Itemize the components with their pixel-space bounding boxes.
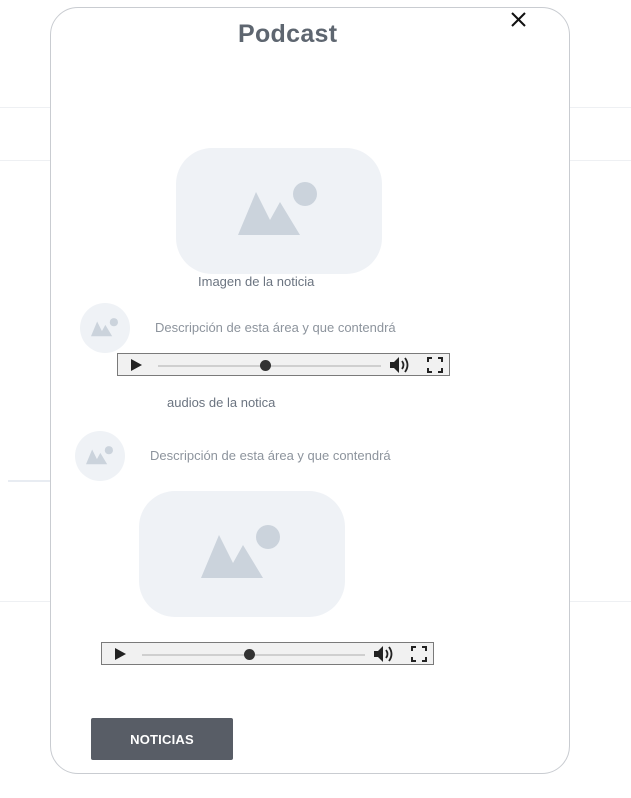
image-icon bbox=[86, 446, 113, 465]
noticias-button[interactable]: NOTICIAS bbox=[91, 718, 233, 760]
fullscreen-icon[interactable] bbox=[411, 646, 427, 662]
audio-seek-handle[interactable] bbox=[243, 649, 255, 660]
image-icon bbox=[201, 525, 280, 578]
volume-icon[interactable] bbox=[389, 356, 411, 374]
close-icon bbox=[511, 12, 526, 27]
volume-icon[interactable] bbox=[373, 645, 395, 663]
fullscreen-icon[interactable] bbox=[427, 357, 443, 373]
image-icon bbox=[238, 182, 317, 235]
podcast-modal: Podcast Imagen de la noticia Descripción… bbox=[50, 7, 570, 774]
news-image-placeholder bbox=[176, 148, 382, 274]
audio-caption: audios de la notica bbox=[167, 395, 276, 410]
background-dash bbox=[8, 480, 54, 482]
area-description: Descripción de esta área y que contendrá bbox=[150, 448, 391, 463]
modal-title: Podcast bbox=[238, 20, 338, 48]
area-description: Descripción de esta área y que contendrá bbox=[155, 320, 396, 335]
audio-player[interactable] bbox=[117, 353, 450, 376]
image-icon bbox=[91, 318, 118, 337]
play-icon[interactable] bbox=[131, 359, 142, 371]
image-caption: Imagen de la noticia bbox=[198, 274, 315, 289]
news-image-placeholder bbox=[139, 491, 345, 617]
close-button[interactable] bbox=[507, 8, 531, 32]
play-icon[interactable] bbox=[115, 648, 126, 660]
audio-player[interactable] bbox=[101, 642, 434, 665]
thumbnail-placeholder bbox=[75, 431, 125, 481]
thumbnail-placeholder bbox=[80, 303, 130, 353]
audio-seek-handle[interactable] bbox=[259, 360, 271, 371]
